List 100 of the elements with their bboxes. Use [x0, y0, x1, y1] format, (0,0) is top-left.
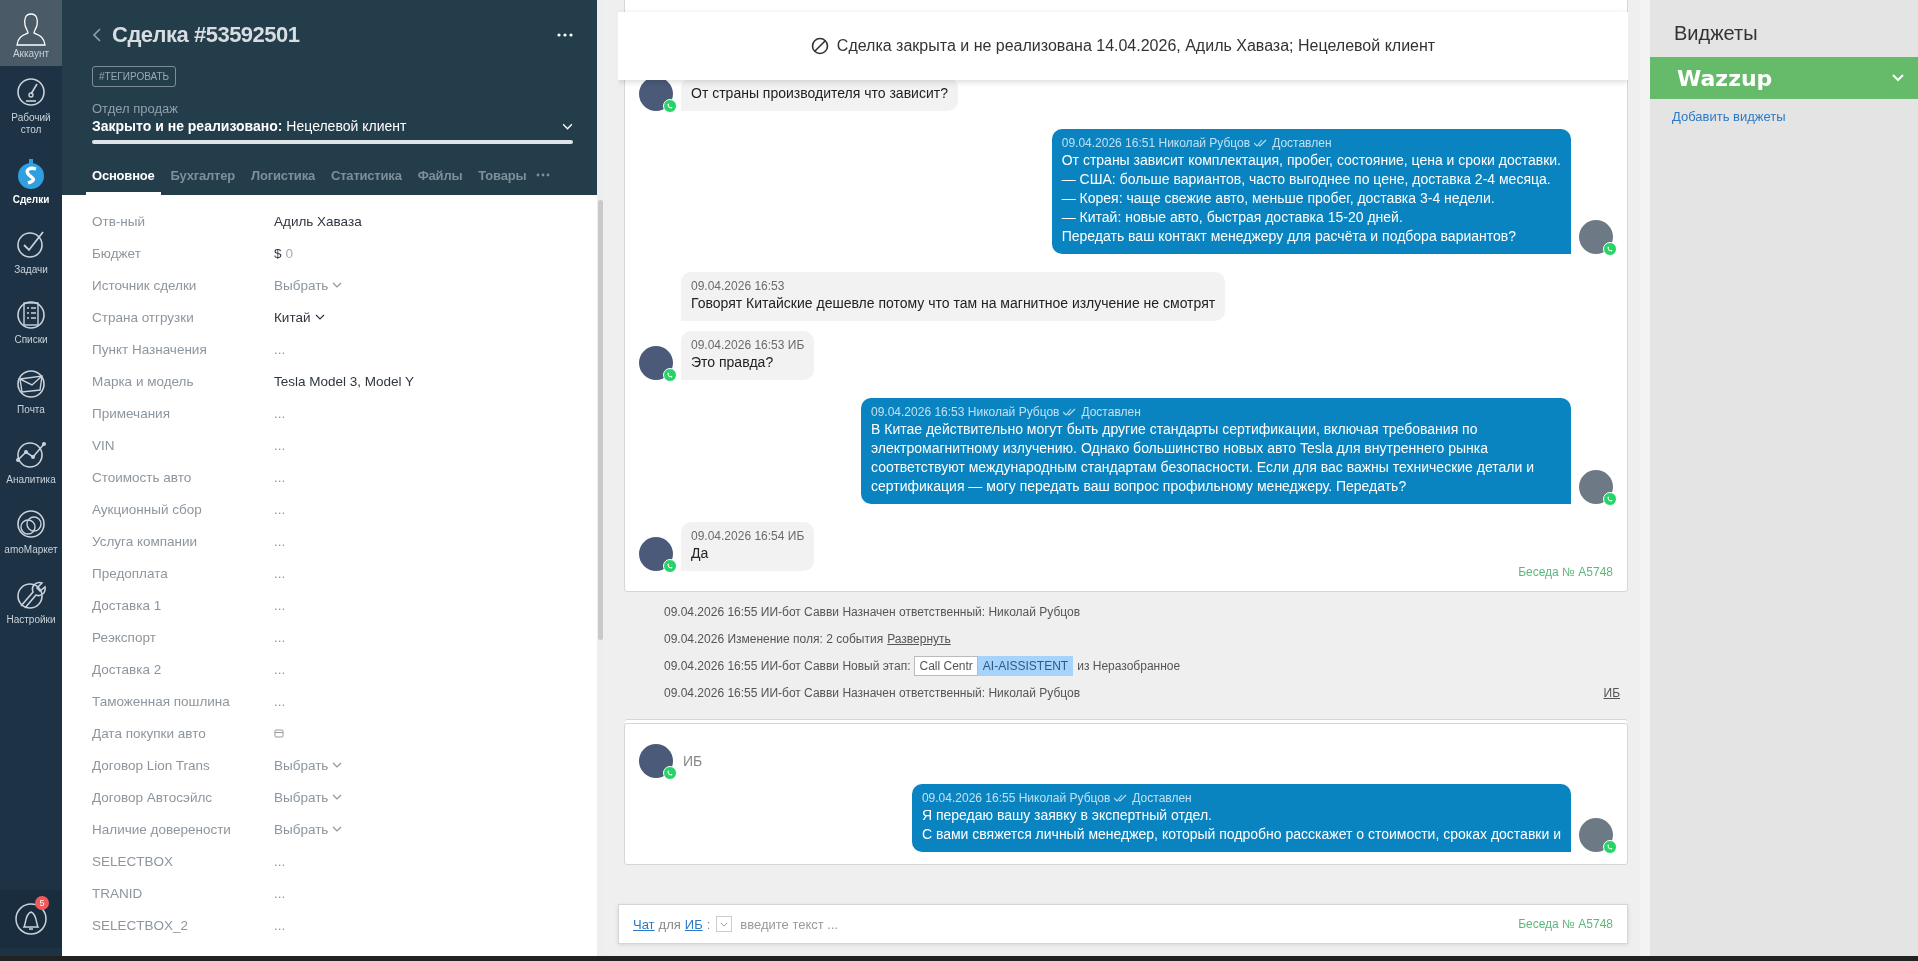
tab[interactable]: Логистика [245, 158, 321, 195]
composer-label: для [658, 916, 681, 932]
field-label: VIN [92, 437, 116, 453]
contact-name: ИБ [683, 753, 703, 769]
tag-button[interactable]: #ТЕГИРОВАТЬ [92, 66, 177, 87]
whatsapp-badge-icon [663, 766, 677, 780]
event-text: 09.04.2026 16:55 ИИ-бот Савви Новый этап: [664, 659, 911, 673]
nav-item[interactable]: Рабочий стол [0, 70, 62, 136]
field-value[interactable]: ... [274, 533, 286, 549]
message-meta: 09.04.2026 16:55 Николай Рубцов [921, 790, 1111, 806]
field-value[interactable]: $ 0 [274, 245, 294, 261]
calendar-icon[interactable] [274, 728, 284, 738]
select-field[interactable]: Выбрать [274, 789, 343, 805]
message-composer[interactable]: Чат для ИБ : введите текст ... Беседа № A5748 [618, 904, 1628, 944]
expand-link[interactable]: Развернуть [887, 632, 951, 646]
double-check-icon [1114, 794, 1129, 802]
bell-icon [14, 900, 48, 938]
nav-item[interactable]: Аналитика [0, 420, 62, 486]
field-value[interactable]: ... [274, 405, 286, 421]
tab[interactable]: Бухгалтер [164, 158, 241, 195]
nav-item[interactable]: Списки [0, 280, 62, 346]
field-value[interactable]: ... [274, 693, 286, 709]
field-value[interactable]: ... [274, 597, 286, 613]
field-value[interactable]: ... [274, 629, 286, 645]
field-label: Дата покупки авто [92, 725, 207, 741]
nav-label: Почта [17, 404, 45, 416]
more-icon[interactable] [557, 32, 573, 38]
delivery-status: Доставлен [1132, 790, 1192, 806]
message-text: От страны производителя что зависит? [691, 84, 948, 103]
nav-item[interactable]: Настройки [0, 560, 62, 626]
whatsapp-badge-icon [1603, 242, 1617, 256]
widgets-title: Виджеты [1673, 21, 1759, 46]
field-label: SELECTBOX_2 [92, 917, 190, 933]
more-tabs-icon[interactable] [536, 173, 551, 177]
circles-icon [15, 508, 47, 540]
deal-title: Сделка #53592501 [112, 22, 301, 48]
notification-badge: 5 [35, 896, 49, 910]
field-value[interactable]: ... [274, 661, 286, 677]
message-meta: 09.04.2026 16:53 Николай Рубцов [871, 404, 1060, 420]
field-value[interactable]: ... [274, 565, 286, 581]
nav-label: amoМаркет [4, 544, 58, 556]
field-value[interactable]: ... [274, 853, 286, 869]
nav-item[interactable]: amoМаркет [0, 490, 62, 556]
field-label: SELECTBOX [92, 853, 175, 869]
conversation-number: Беседа № A5748 [1518, 917, 1613, 931]
select-field[interactable]: Выбрать [274, 757, 343, 773]
back-icon[interactable] [92, 27, 102, 43]
select-field[interactable]: Выбрать [274, 821, 343, 837]
field-label: Договор Lion Trans [92, 757, 211, 773]
field-value[interactable]: ... [274, 885, 286, 901]
field-value[interactable]: Адиль Хаваза [274, 213, 362, 229]
contact-link[interactable]: ИБ [1603, 686, 1620, 700]
contact-link[interactable]: ИБ [684, 916, 703, 932]
chevron-down-icon[interactable] [562, 122, 573, 130]
caret-icon [332, 794, 343, 800]
deal-status[interactable]: Закрыто и не реализовано: Нецелевой клиент [92, 118, 407, 134]
field-value[interactable]: ... [274, 469, 286, 485]
field-value[interactable]: ... [274, 341, 286, 357]
field-label: Стоимость авто [92, 469, 193, 485]
add-widgets-link[interactable]: Добавить виджеты [1650, 99, 1918, 134]
tab[interactable]: Файлы [411, 158, 469, 195]
select-field[interactable]: Выбрать [274, 277, 343, 293]
delivery-status: Доставлен [1081, 404, 1141, 420]
message-meta: 09.04.2026 16:53 [691, 278, 785, 294]
nav-item[interactable]: Почта [0, 350, 62, 416]
chat-link[interactable]: Чат [633, 916, 655, 932]
field-label: Доставка 1 [92, 597, 163, 613]
event-text: 09.04.2026 Изменение поля: 2 события [664, 632, 884, 646]
account-avatar[interactable]: Аккаунт [0, 0, 62, 66]
message-text: Это правда? [691, 353, 775, 372]
stage-tag: Call Centr [914, 656, 978, 676]
field-value[interactable]: ... [274, 917, 286, 933]
whatsapp-badge-icon [663, 99, 677, 113]
gauge-icon [15, 76, 47, 108]
event-text: 09.04.2026 16:55 ИИ-бот Савви Назначен ответственный: Николай Рубцов [664, 605, 1081, 619]
field-label: TRANID [92, 885, 144, 901]
field-label: Отв-ный [92, 213, 147, 229]
whatsapp-badge-icon [663, 559, 677, 573]
tab[interactable]: Товары [472, 158, 533, 195]
nav-label: Настройки [6, 614, 56, 626]
field-value[interactable]: ... [274, 437, 286, 453]
select-field[interactable]: Китай [274, 309, 325, 325]
nav-item[interactable]: Задачи [0, 210, 62, 276]
nav-item[interactable]: Сделки [0, 140, 62, 206]
dollar-coin-icon [15, 158, 47, 190]
whatsapp-badge-icon [1603, 492, 1617, 506]
field-value[interactable]: Tesla Model 3, Model Y [274, 373, 415, 389]
field-label: Услуга компании [92, 533, 199, 549]
widget-bar[interactable]: Wazzup [1650, 57, 1918, 99]
notifications-button[interactable]: 5 [0, 890, 62, 948]
event-text: 09.04.2026 16:55 ИИ-бот Савви Назначен ответственный: Николай Рубцов [664, 686, 1081, 700]
tab[interactable]: Статистика [325, 158, 408, 195]
nav-label: Списки [14, 334, 48, 346]
tab[interactable]: Основное [86, 158, 161, 195]
nav-label: Задачи [14, 264, 48, 276]
whatsapp-badge-icon [663, 368, 677, 382]
message-meta: 09.04.2026 16:53 ИБ [691, 337, 805, 353]
nav-label: Рабочий стол [10, 112, 52, 136]
envelope-icon [15, 368, 47, 400]
field-value[interactable]: ... [274, 501, 286, 517]
